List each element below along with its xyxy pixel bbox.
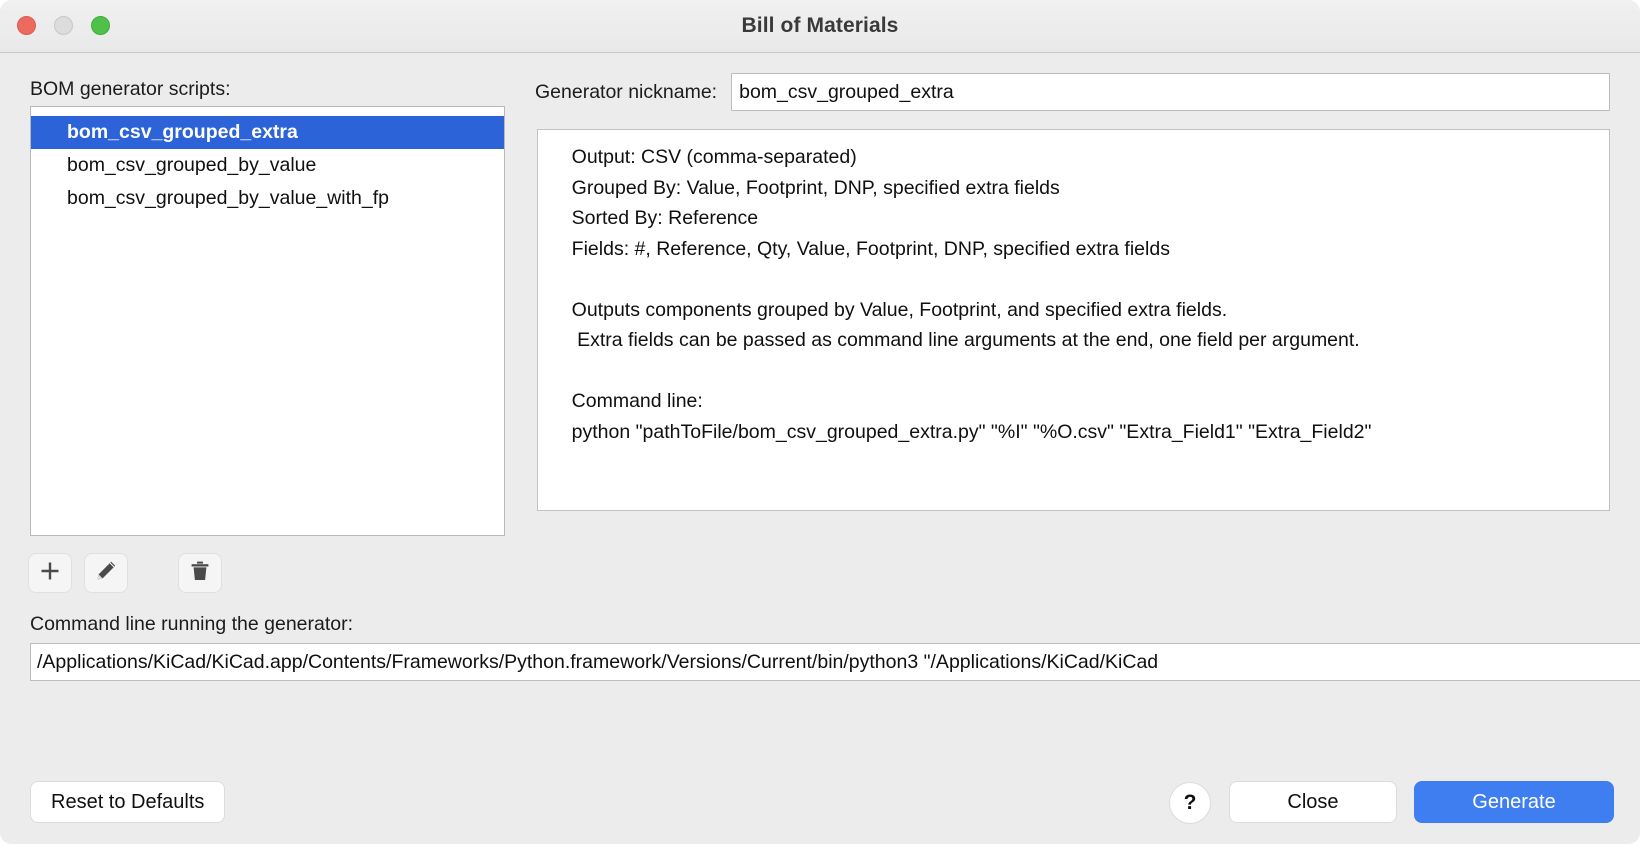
scripts-list-toolbar [28, 553, 222, 593]
generator-description-box[interactable]: Output: CSV (comma-separated) Grouped By… [537, 129, 1610, 511]
delete-generator-button[interactable] [178, 553, 222, 593]
dialog-footer: Reset to Defaults ? Close Generate [0, 781, 1640, 823]
list-item[interactable]: bom_csv_grouped_by_value [31, 149, 504, 182]
trash-icon [188, 559, 212, 588]
add-generator-button[interactable] [28, 553, 72, 593]
command-line-input[interactable]: /Applications/KiCad/KiCad.app/Contents/F… [30, 643, 1640, 681]
edit-generator-button[interactable] [84, 553, 128, 593]
list-item[interactable]: bom_csv_grouped_by_value_with_fp [31, 182, 504, 215]
dialog-content: BOM generator scripts: bom_csv_grouped_e… [0, 53, 1640, 844]
pencil-icon [94, 559, 118, 588]
generate-button[interactable]: Generate [1414, 781, 1614, 823]
generator-description-text: Output: CSV (comma-separated) Grouped By… [550, 142, 1599, 447]
bill-of-materials-dialog: Bill of Materials BOM generator scripts:… [0, 0, 1640, 844]
help-button[interactable]: ? [1169, 782, 1211, 824]
close-button[interactable]: Close [1229, 781, 1397, 823]
window-titlebar: Bill of Materials [0, 0, 1640, 53]
bom-generator-scripts-label: BOM generator scripts: [30, 78, 230, 101]
command-line-label: Command line running the generator: [30, 613, 353, 636]
generator-nickname-label: Generator nickname: [535, 81, 717, 104]
generator-nickname-input[interactable]: bom_csv_grouped_extra [731, 73, 1610, 111]
window-title: Bill of Materials [0, 0, 1640, 52]
reset-to-defaults-button[interactable]: Reset to Defaults [30, 781, 225, 823]
bom-generator-scripts-list[interactable]: bom_csv_grouped_extra bom_csv_grouped_by… [30, 106, 505, 536]
generator-nickname-row: Generator nickname: bom_csv_grouped_extr… [535, 73, 1610, 111]
plus-icon [38, 559, 62, 588]
list-item[interactable]: bom_csv_grouped_extra [31, 116, 504, 149]
